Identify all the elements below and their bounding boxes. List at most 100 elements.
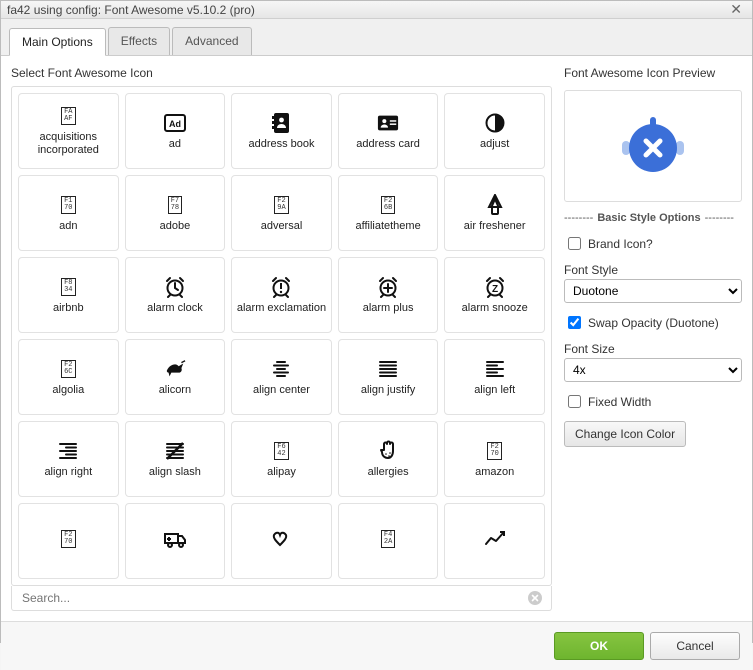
style-options-heading: -------- Basic Style Options -------- bbox=[564, 212, 742, 224]
preview-box bbox=[564, 90, 742, 202]
icon-card-label: alicorn bbox=[159, 384, 191, 397]
alarm snooze-icon: Z bbox=[484, 276, 506, 298]
icon-card-label: air freshener bbox=[464, 220, 526, 233]
affiliatetheme-icon: F26B bbox=[377, 194, 399, 216]
adn-icon: F170 bbox=[57, 194, 79, 216]
swap-opacity-checkbox[interactable]: Swap Opacity (Duotone) bbox=[564, 313, 742, 332]
icon-card-label: address card bbox=[356, 138, 420, 151]
icon-card-label: affiliatetheme bbox=[355, 220, 420, 233]
ad-icon: Ad bbox=[164, 112, 186, 134]
icon-card-label: alipay bbox=[267, 466, 296, 479]
icon-card[interactable]: F29A adversal bbox=[231, 175, 332, 251]
tab-advanced[interactable]: Advanced bbox=[172, 27, 251, 55]
algolia-icon: F26C bbox=[57, 358, 79, 380]
dialog-footer: OK Cancel bbox=[1, 621, 752, 670]
icon-card-label: adobe bbox=[160, 220, 191, 233]
titlebar: fa42 using config: Font Awesome v5.10.2 … bbox=[1, 1, 752, 19]
icon-card-label: align left bbox=[474, 384, 515, 397]
font-style-select[interactable]: Duotone bbox=[564, 279, 742, 303]
icon-card[interactable] bbox=[125, 503, 226, 579]
icon-card[interactable] bbox=[231, 503, 332, 579]
icon-card-label: adversal bbox=[261, 220, 303, 233]
icon-card[interactable]: align center bbox=[231, 339, 332, 415]
ok-button[interactable]: OK bbox=[554, 632, 644, 660]
icon-card[interactable]: Zalarm snooze bbox=[444, 257, 545, 333]
icon-card-label: amazon bbox=[475, 466, 514, 479]
icon-card[interactable]: alicorn bbox=[125, 339, 226, 415]
amazon-icon: F270 bbox=[484, 440, 506, 462]
icon-card[interactable]: F270 bbox=[18, 503, 119, 579]
adobe-icon: F778 bbox=[164, 194, 186, 216]
close-icon[interactable]: ✕ bbox=[726, 1, 746, 18]
cancel-button[interactable]: Cancel bbox=[650, 632, 740, 660]
fixed-width-checkbox[interactable]: Fixed Width bbox=[564, 392, 742, 411]
icon-card-label: allergies bbox=[368, 466, 409, 479]
icon-card-label: align right bbox=[44, 466, 92, 479]
icon-card[interactable]: F642alipay bbox=[231, 421, 332, 497]
svg-text:Z: Z bbox=[492, 284, 498, 295]
adjust-icon bbox=[484, 112, 506, 134]
icon-card-label: alarm exclamation bbox=[237, 302, 326, 315]
icon-card[interactable]: alarm clock bbox=[125, 257, 226, 333]
search-input[interactable] bbox=[20, 590, 527, 606]
tab-main-options[interactable]: Main Options bbox=[9, 28, 106, 56]
icon-card-label: align slash bbox=[149, 466, 201, 479]
icon-card[interactable]: alarm plus bbox=[338, 257, 439, 333]
icon-card[interactable]: allergies bbox=[338, 421, 439, 497]
airbnb-icon: F834 bbox=[57, 276, 79, 298]
icon-card[interactable]: align slash bbox=[125, 421, 226, 497]
main-area: Select Font Awesome Icon FAAFacquisition… bbox=[1, 56, 752, 621]
icon-card[interactable]: address book bbox=[231, 93, 332, 169]
icon-card[interactable]: address card bbox=[338, 93, 439, 169]
acquisitions incorporated-icon: FAAF bbox=[57, 105, 79, 127]
alicorn-icon bbox=[164, 358, 186, 380]
icon-card[interactable]: F26C algolia bbox=[18, 339, 119, 415]
icon-card[interactable]: F26B affiliatetheme bbox=[338, 175, 439, 251]
icon-icon bbox=[164, 528, 186, 550]
icon-grid-scroll[interactable]: FAAFacquisitions incorporated Ad ad address… bbox=[12, 87, 551, 585]
icon-card[interactable]: align justify bbox=[338, 339, 439, 415]
change-icon-color-button[interactable]: Change Icon Color bbox=[564, 421, 686, 447]
icon-card-label: adn bbox=[59, 220, 77, 233]
icon-card[interactable]: F170 adn bbox=[18, 175, 119, 251]
icon-card[interactable]: alarm exclamation bbox=[231, 257, 332, 333]
align slash-icon bbox=[164, 440, 186, 462]
tab-effects[interactable]: Effects bbox=[108, 27, 170, 55]
icon-card[interactable]: F834 airbnb bbox=[18, 257, 119, 333]
icon-card[interactable]: align right bbox=[18, 421, 119, 497]
icon-card[interactable] bbox=[444, 503, 545, 579]
address card-icon bbox=[377, 112, 399, 134]
icon-card-label: algolia bbox=[52, 384, 84, 397]
icon-card-label: ad bbox=[169, 138, 181, 151]
icon-card-label: alarm plus bbox=[363, 302, 414, 315]
icon-card-label: alarm clock bbox=[147, 302, 203, 315]
dialog-window: fa42 using config: Font Awesome v5.10.2 … bbox=[0, 0, 753, 643]
preview-icon bbox=[618, 111, 688, 181]
icon-card[interactable]: FAAFacquisitions incorporated bbox=[18, 93, 119, 169]
icon-card-label: align justify bbox=[361, 384, 415, 397]
icon-card[interactable]: F778 adobe bbox=[125, 175, 226, 251]
icon-icon: F270 bbox=[57, 528, 79, 550]
icon-card-label: airbnb bbox=[53, 302, 84, 315]
brand-icon-checkbox[interactable]: Brand Icon? bbox=[564, 234, 742, 253]
icon-card[interactable]: align left bbox=[444, 339, 545, 415]
adversal-icon: F29A bbox=[270, 194, 292, 216]
icon-card[interactable]: air freshener bbox=[444, 175, 545, 251]
align justify-icon bbox=[377, 358, 399, 380]
dialog-body: Select Font Awesome Icon FAAFacquisition… bbox=[1, 56, 752, 670]
icon-card-label: address book bbox=[248, 138, 314, 151]
svg-text:Ad: Ad bbox=[169, 119, 181, 129]
address book-icon bbox=[270, 112, 292, 134]
icon-card[interactable]: F42A bbox=[338, 503, 439, 579]
icon-card[interactable]: Ad ad bbox=[125, 93, 226, 169]
clear-search-icon[interactable] bbox=[527, 590, 543, 606]
font-size-select[interactable]: 4x bbox=[564, 358, 742, 382]
icon-card[interactable]: adjust bbox=[444, 93, 545, 169]
align center-icon bbox=[270, 358, 292, 380]
icon-icon bbox=[270, 528, 292, 550]
preview-label: Font Awesome Icon Preview bbox=[564, 66, 742, 80]
icon-card[interactable]: F270 amazon bbox=[444, 421, 545, 497]
icon-card-label: adjust bbox=[480, 138, 509, 151]
icon-picker-label: Select Font Awesome Icon bbox=[11, 66, 552, 80]
air freshener-icon bbox=[484, 194, 506, 216]
